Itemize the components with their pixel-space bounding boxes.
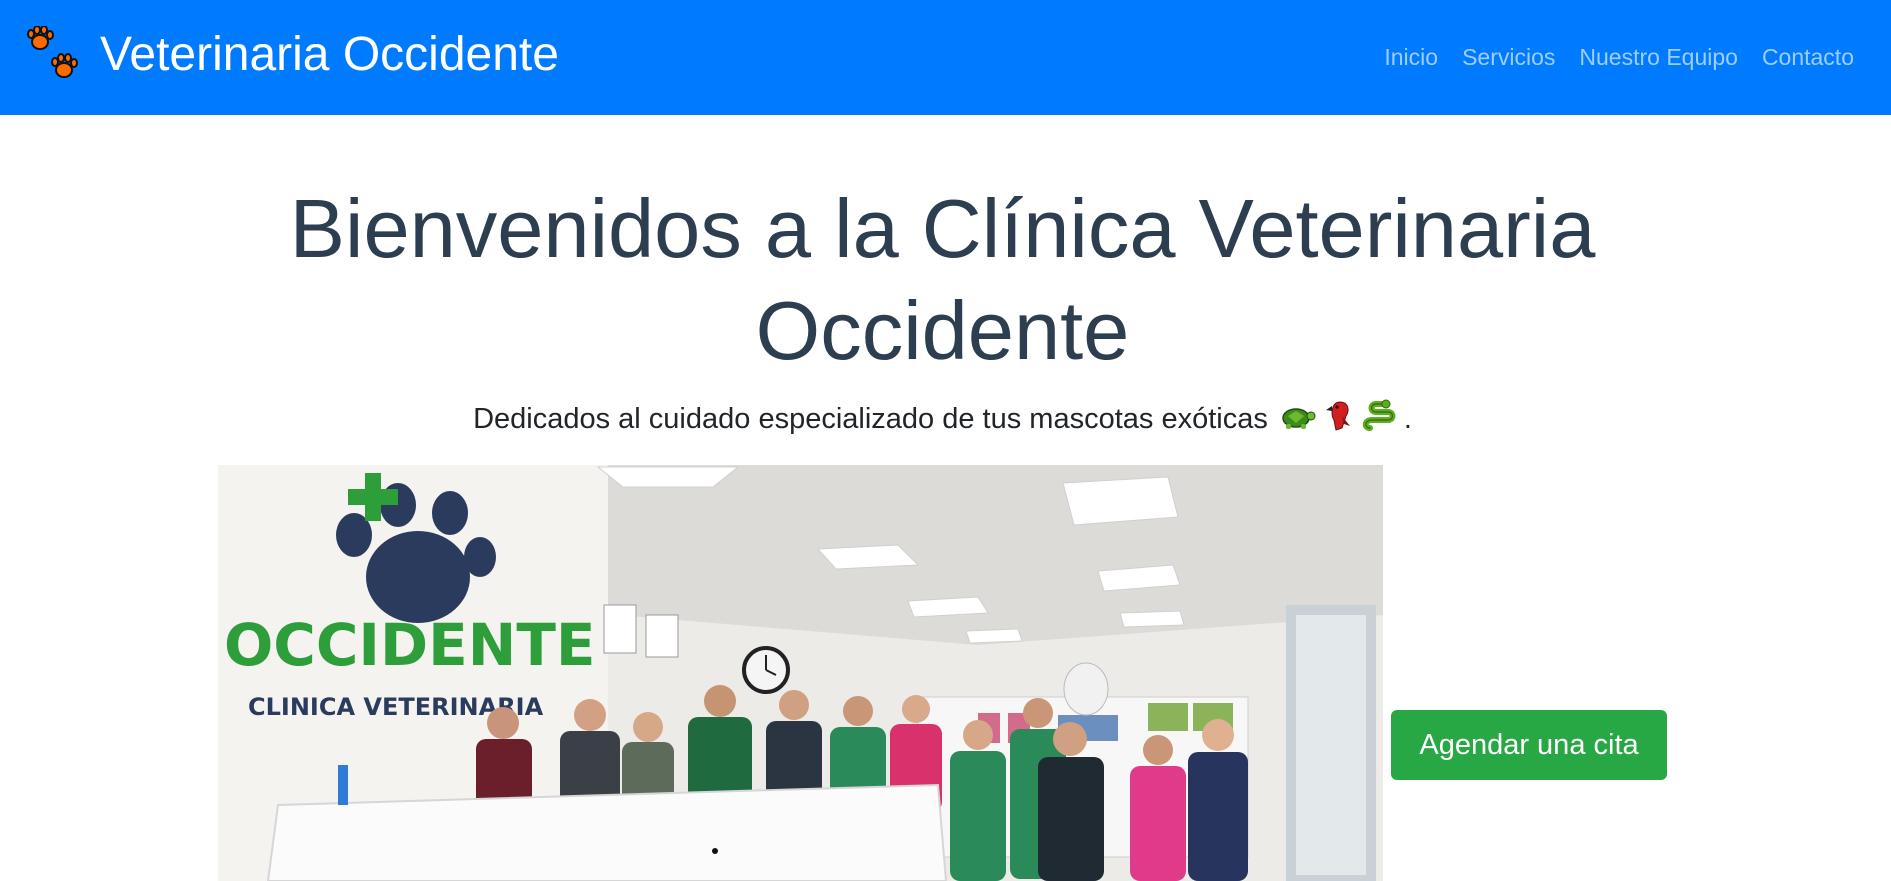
hero-title: Bienvenidos a la Clínica Veterinaria Occ… [289, 182, 1596, 377]
parrot-icon [1320, 396, 1358, 434]
hero-subtitle-end: . [1403, 403, 1412, 435]
hero-subtitle: Dedicados al cuidado especializado de tu… [150, 396, 1735, 440]
hero-subtitle-text: Dedicados al cuidado especializado de tu… [473, 403, 1268, 435]
brand[interactable]: Veterinaria Occidente [24, 25, 559, 84]
nav-menu: Inicio Servicios Nuestro Equipo Contacto [1360, 40, 1854, 74]
clinic-team-photo: OCCIDENTE CLINICA VETERINARIA [218, 465, 1383, 881]
nav-link-inicio[interactable]: Inicio [1384, 40, 1438, 74]
turtle-icon [1278, 396, 1316, 434]
nav-link-nuestro-equipo[interactable]: Nuestro Equipo [1579, 40, 1738, 74]
nav-link-servicios[interactable]: Servicios [1462, 40, 1555, 74]
snake-icon [1362, 396, 1400, 434]
sign-main-text: OCCIDENTE [224, 611, 596, 679]
exotic-pets-emojis [1278, 396, 1404, 434]
book-appointment-button[interactable]: Agendar una cita [1391, 710, 1667, 780]
brand-title: Veterinaria Occidente [100, 28, 559, 81]
paw-prints-icon [24, 25, 82, 84]
navbar: Veterinaria Occidente Inicio Servicios N… [0, 0, 1891, 115]
nav-link-contacto[interactable]: Contacto [1762, 40, 1854, 74]
carousel-indicator-dot[interactable] [712, 848, 718, 854]
